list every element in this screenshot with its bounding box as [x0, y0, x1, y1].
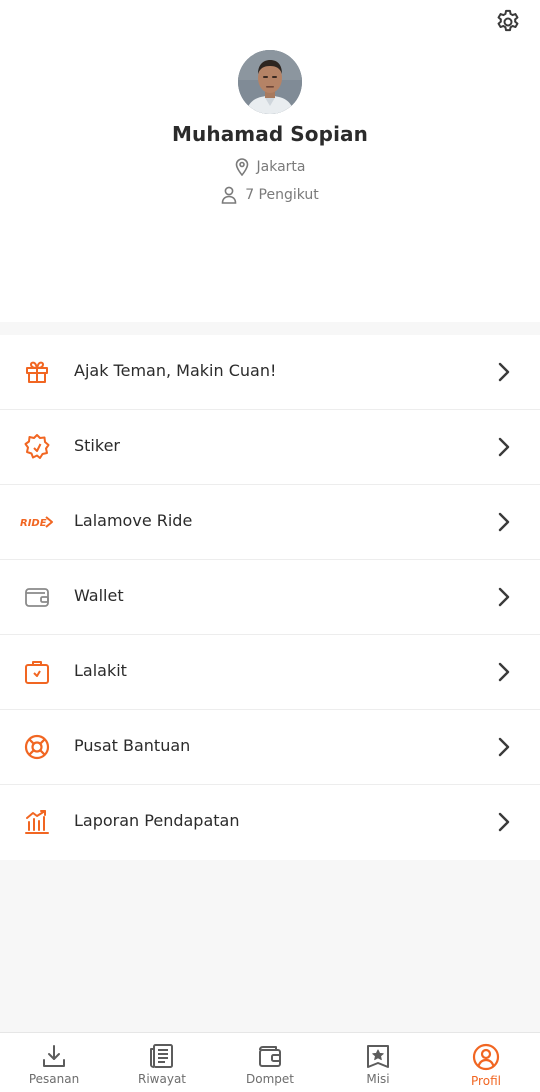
menu-item-label: Stiker	[74, 436, 120, 455]
profile-name: Muhamad Sopian	[172, 122, 368, 146]
avatar[interactable]	[238, 50, 302, 114]
location-pin-icon	[235, 158, 248, 176]
chevron-right-icon	[498, 812, 510, 832]
person-icon	[221, 186, 237, 204]
menu-item-label: Pusat Bantuan	[74, 736, 191, 755]
nav-item-orders[interactable]: Pesanan	[0, 1033, 108, 1092]
nav-item-history[interactable]: Riwayat	[108, 1033, 216, 1092]
lifebuoy-icon	[20, 734, 54, 760]
profile-icon	[472, 1043, 500, 1071]
menu-item-label: Wallet	[74, 586, 124, 605]
menu-item-sticker[interactable]: Stiker	[0, 410, 540, 485]
nav-label: Pesanan	[28, 1072, 80, 1086]
menu-item-income-report[interactable]: Laporan Pendapatan	[0, 785, 540, 860]
svg-text:RIDE: RIDE	[20, 518, 47, 529]
profile-menu: Ajak Teman, Makin Cuan! Stiker RIDE Lala…	[0, 335, 540, 860]
nav-item-profile[interactable]: Profil	[432, 1033, 540, 1092]
menu-item-label: Laporan Pendapatan	[74, 811, 240, 830]
menu-item-label: Ajak Teman, Makin Cuan!	[74, 361, 277, 380]
income-chart-icon	[20, 809, 54, 835]
nav-label: Profil	[471, 1074, 501, 1088]
nav-label: Dompet	[246, 1072, 294, 1086]
location-row: Jakarta	[0, 158, 540, 176]
mission-icon	[367, 1045, 389, 1068]
download-icon	[43, 1045, 65, 1067]
sticker-icon	[20, 434, 54, 460]
lalakit-icon	[20, 659, 54, 685]
menu-item-label: Lalamove Ride	[74, 511, 193, 530]
wallet-icon	[20, 584, 54, 610]
menu-item-label: Lalakit	[74, 661, 127, 680]
menu-item-referral[interactable]: Ajak Teman, Makin Cuan!	[0, 335, 540, 410]
history-icon	[150, 1044, 173, 1068]
chevron-right-icon	[498, 512, 510, 532]
nav-item-wallet[interactable]: Dompet	[216, 1033, 324, 1092]
menu-item-ride[interactable]: RIDE Lalamove Ride	[0, 485, 540, 560]
profile-header: Muhamad Sopian Jakarta 7 Pengikut	[0, 0, 540, 322]
chevron-right-icon	[498, 362, 510, 382]
chevron-right-icon	[498, 737, 510, 757]
nav-item-missions[interactable]: Misi	[324, 1033, 432, 1092]
followers-row[interactable]: 7 Pengikut	[0, 186, 540, 204]
gear-icon	[497, 9, 519, 32]
chevron-right-icon	[498, 437, 510, 457]
menu-item-wallet[interactable]: Wallet	[0, 560, 540, 635]
menu-item-help-center[interactable]: Pusat Bantuan	[0, 710, 540, 785]
settings-button[interactable]	[492, 6, 524, 38]
ride-icon: RIDE	[20, 509, 54, 535]
followers-text: 7 Pengikut	[245, 187, 319, 203]
nav-label: Misi	[366, 1072, 390, 1086]
location-text: Jakarta	[256, 159, 306, 175]
chevron-right-icon	[498, 662, 510, 682]
nav-label: Riwayat	[138, 1072, 186, 1086]
gift-icon	[20, 359, 54, 385]
chevron-right-icon	[498, 587, 510, 607]
menu-item-lalakit[interactable]: Lalakit	[0, 635, 540, 710]
bottom-navigation: Pesanan Riwayat Dompet Misi Profil	[0, 1032, 540, 1092]
wallet-icon	[259, 1046, 281, 1067]
